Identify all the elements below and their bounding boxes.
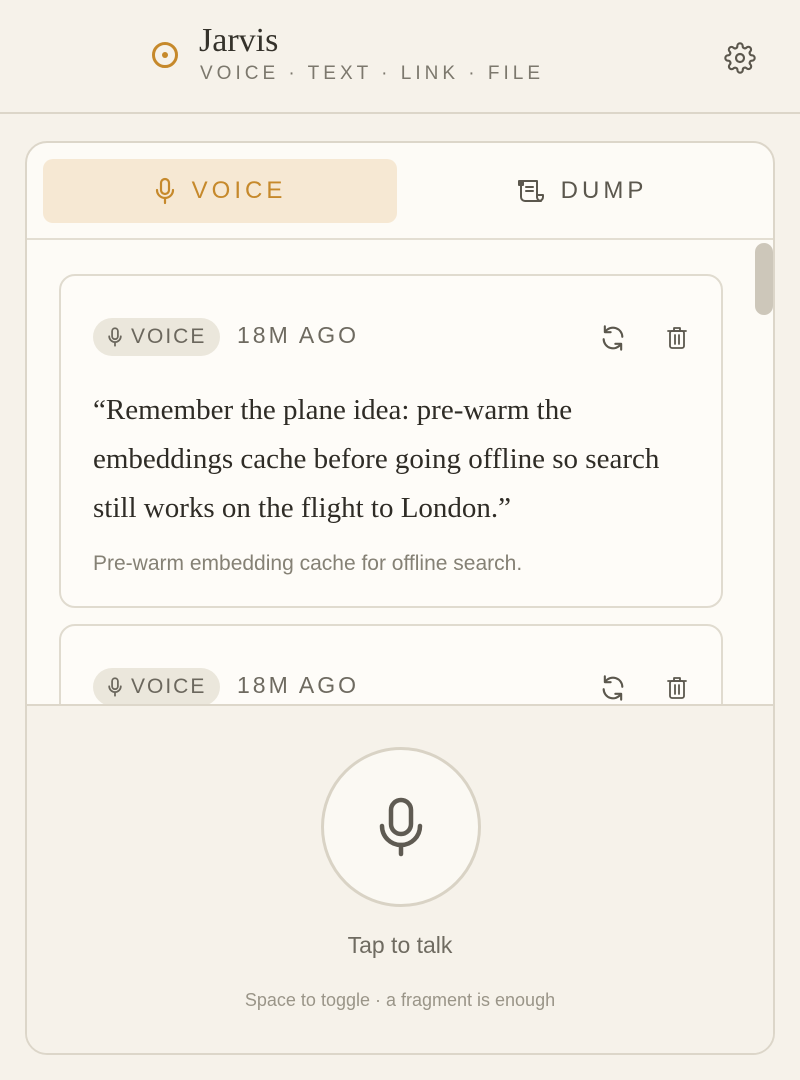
entry-transcript: “Remember the plane idea: pre-warm the e… [93,394,660,524]
trash-icon [667,677,687,699]
gear-icon [724,42,756,74]
mode-tabs: VOICE DUMP [27,143,773,240]
app-title: Jarvis [199,22,279,59]
scroll-icon [517,178,545,204]
refresh-icon [602,325,624,351]
entry-header: VOICE 18M AGO [93,318,693,356]
microphone-icon [379,797,423,857]
tab-voice-label: VOICE [191,177,287,204]
scrollbar[interactable] [751,240,773,704]
entry-card: VOICE 18M AGO [59,274,723,608]
entries-list[interactable]: VOICE 18M AGO “Remember the plane idea: … [27,240,773,704]
tab-dump[interactable]: DUMP [405,159,759,223]
delete-button[interactable] [659,670,695,704]
entry-timestamp: 18M AGO [237,322,359,348]
capture-panel: VOICE DUMP VOICE 18M AGO “Remember the p… [25,141,775,1055]
reprocess-button[interactable] [595,670,631,704]
record-button[interactable] [321,747,481,907]
entry-card: VOICE 18M AGO [59,624,723,704]
tap-to-talk-label: Tap to talk [347,932,453,958]
keyboard-hint: Space to toggle · a fragment is enough [244,990,556,1010]
entry-header: VOICE 18M AGO [93,668,693,704]
microphone-icon [107,676,123,698]
target-circle-icon [152,42,178,68]
tab-dump-label: DUMP [560,177,648,204]
voice-badge: VOICE [93,318,221,356]
reprocess-button[interactable] [595,320,631,356]
tab-voice[interactable]: VOICE [43,159,397,223]
microphone-icon [154,177,176,205]
entry-summary: Pre-warm embedding cache for offline sea… [93,552,523,575]
settings-button[interactable] [722,40,758,76]
trash-icon [667,327,687,349]
top-bar: Jarvis VOICE · TEXT · LINK · FILE [0,0,800,114]
delete-button[interactable] [659,320,695,356]
recorder-area: Tap to talk Space to toggle · a fragment… [27,704,773,1053]
app-subtitle: VOICE · TEXT · LINK · FILE [200,63,545,84]
voice-badge: VOICE [93,668,221,704]
entry-timestamp: 18M AGO [237,672,359,698]
refresh-icon [602,675,624,701]
scrollbar-thumb[interactable] [755,243,773,315]
badge-label: VOICE [131,325,207,348]
microphone-icon [107,326,123,348]
badge-label: VOICE [131,675,207,698]
